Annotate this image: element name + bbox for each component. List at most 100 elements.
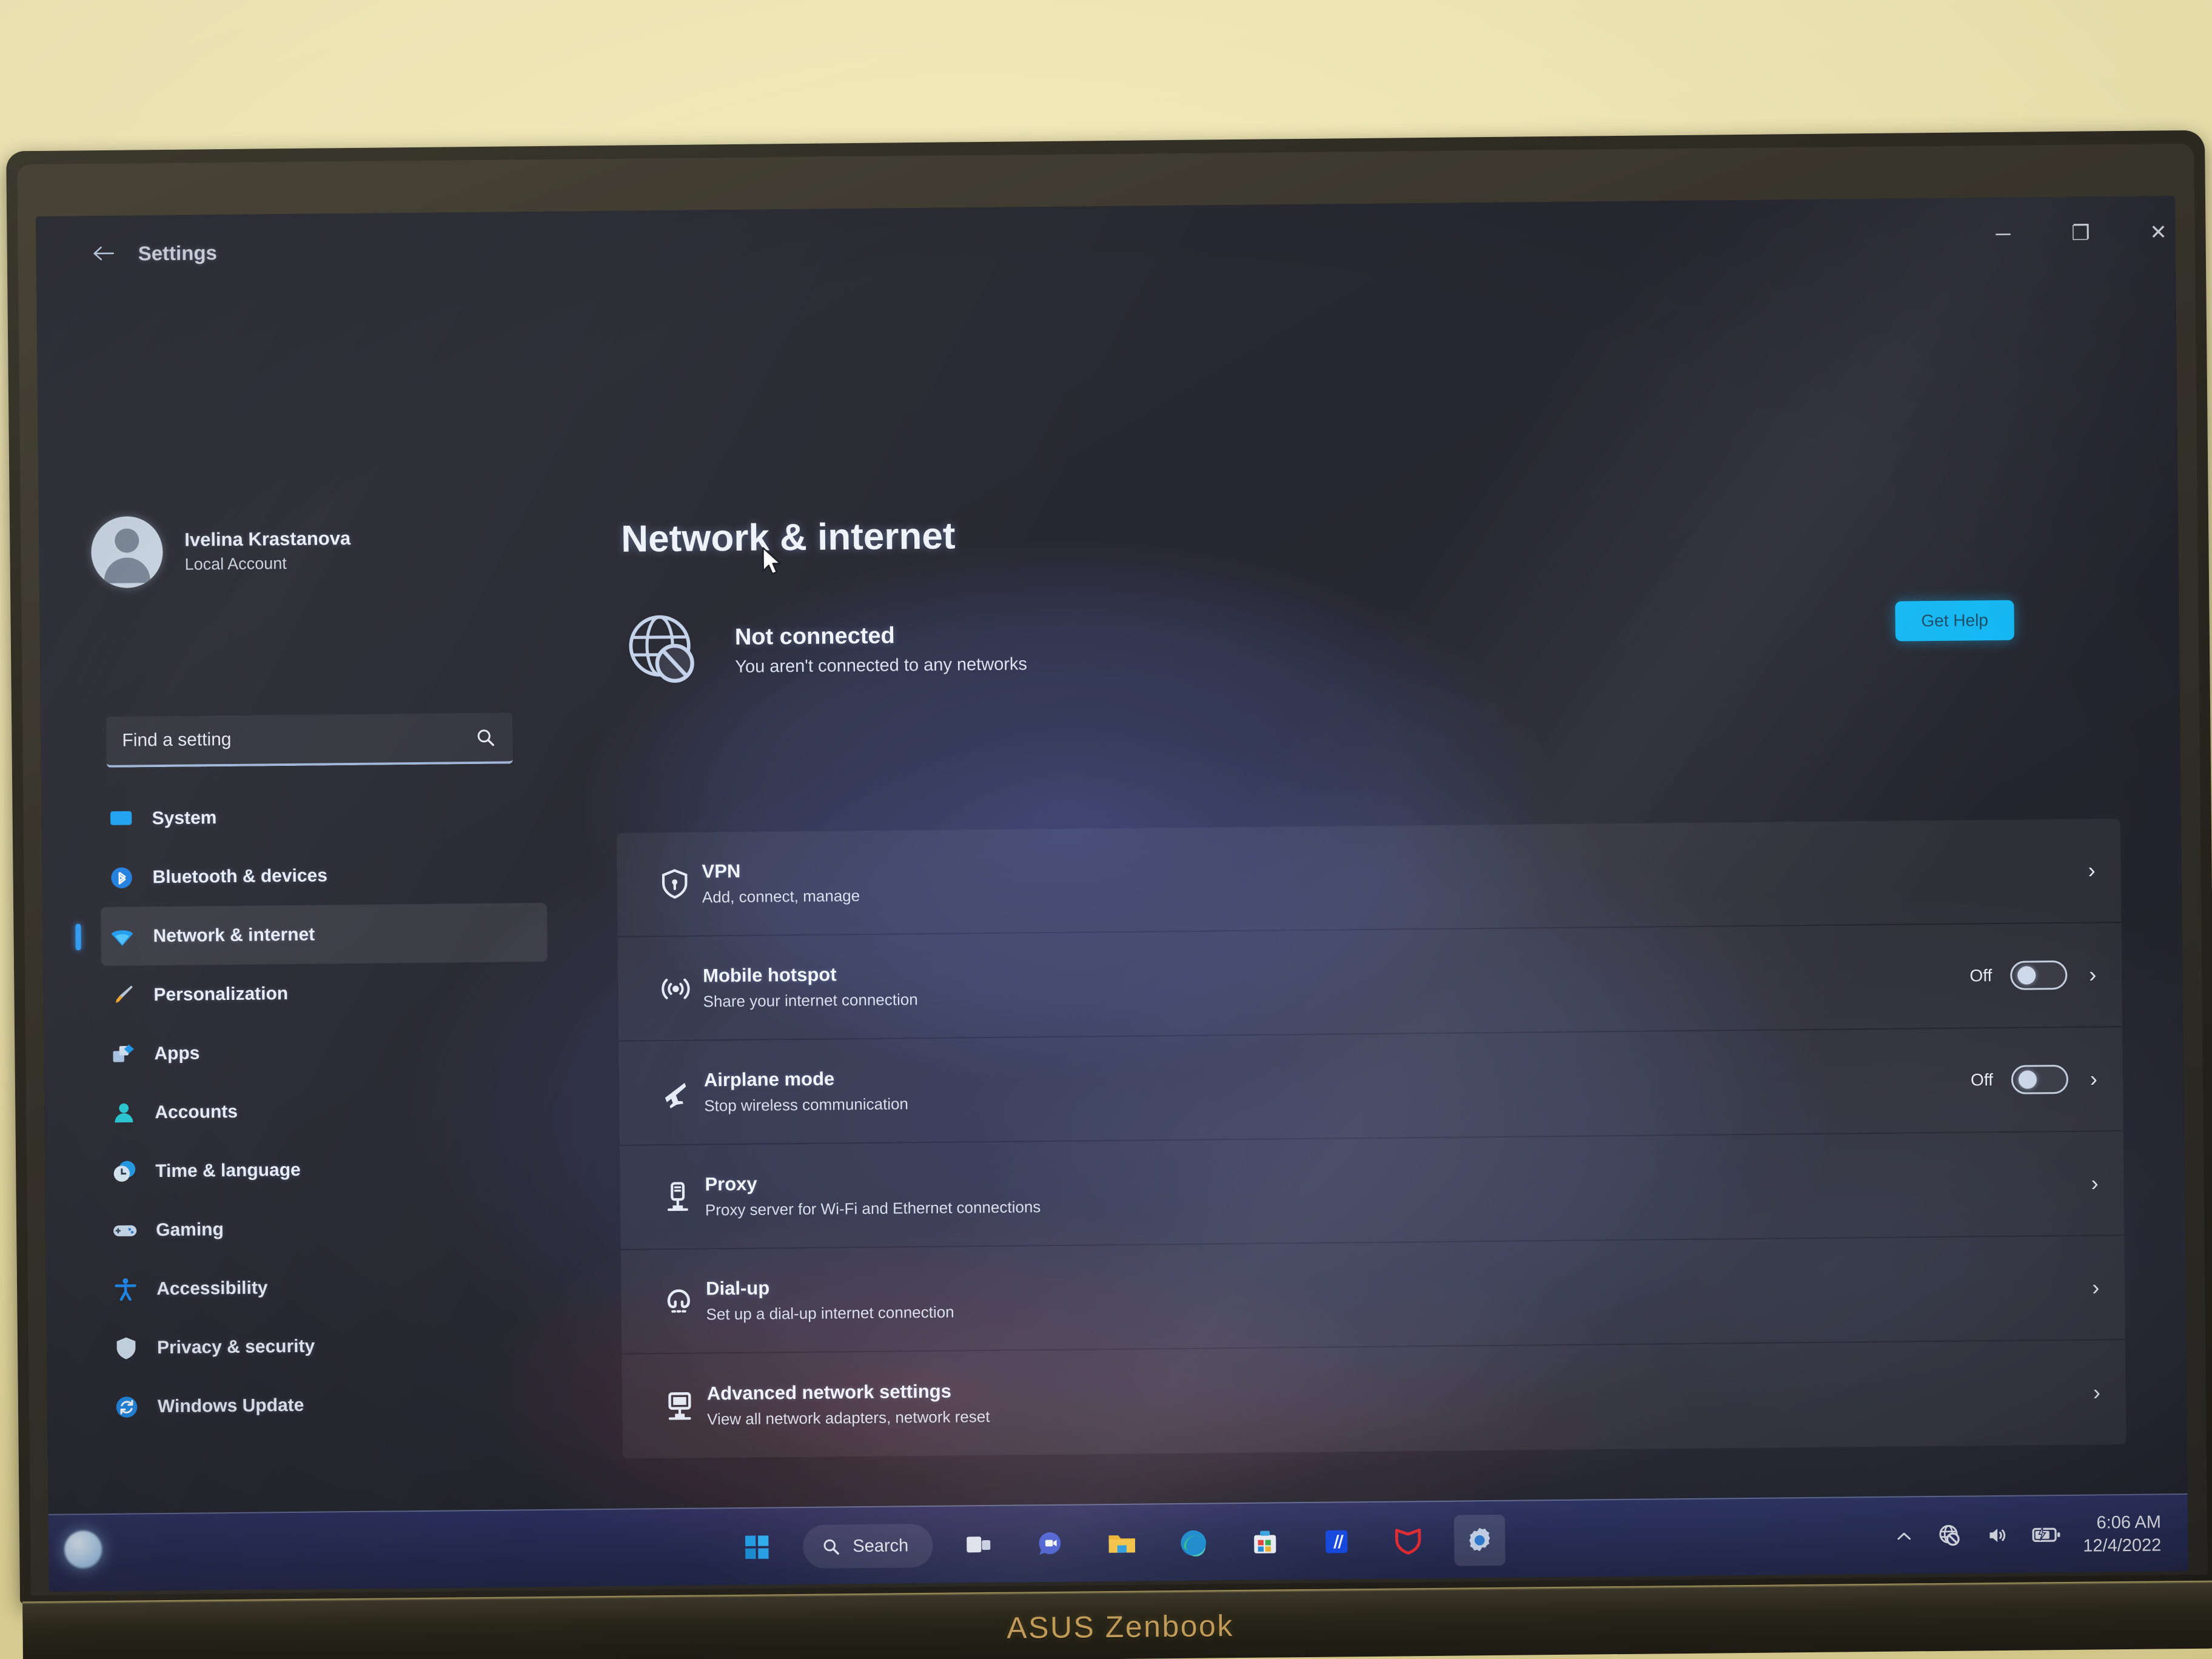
card-trailing: › — [2088, 1275, 2099, 1299]
account-type: Local Account — [184, 554, 287, 574]
sidebar-item-label: Bluetooth & devices — [152, 865, 328, 887]
sidebar-item-label: Accounts — [155, 1101, 238, 1122]
photo-scene: Settings ─ ❐ ✕ Ivelina Krastanova Local … — [0, 0, 2212, 1659]
sidebar-item-personalization[interactable]: Personalization — [101, 962, 548, 1025]
shield-icon — [105, 1335, 147, 1362]
screen-bezel: Settings ─ ❐ ✕ Ivelina Krastanova Local … — [6, 130, 2212, 1604]
network-disconnected-icon — [1939, 1525, 1960, 1546]
sidebar-item-gaming[interactable]: Gaming — [104, 1197, 551, 1260]
hotspot-icon — [648, 971, 703, 1005]
microsoft-store-icon — [1254, 1530, 1276, 1553]
card-trailing: Off › — [1969, 960, 2096, 990]
sidebar-item-label: Accessibility — [156, 1277, 268, 1299]
edge-browser-icon — [1181, 1530, 1206, 1557]
myasus-button[interactable] — [1311, 1516, 1362, 1567]
system-tray: 6:06 AM 12/4/2022 — [1892, 1495, 2168, 1575]
settings-card-vpn[interactable]: VPN Add, connect, manage › — [616, 819, 2122, 937]
update-icon — [106, 1393, 148, 1421]
tray-battery-button[interactable] — [2032, 1524, 2061, 1546]
sidebar-item-label: Privacy & security — [156, 1336, 315, 1358]
apps-icon — [102, 1041, 144, 1068]
toggle-switch[interactable] — [2011, 1064, 2069, 1094]
task-view-button[interactable] — [953, 1520, 1005, 1571]
main-pane: Network & internet Not connected You are… — [558, 272, 2187, 1509]
connection-status: Not connected You aren't connected to an… — [622, 605, 1027, 694]
mcafee-icon — [1395, 1528, 1421, 1555]
toggle-state-label: Off — [1969, 966, 1992, 985]
toggle-knob — [2017, 966, 2036, 985]
tray-chevron-up-button[interactable] — [1892, 1527, 1915, 1545]
account-block[interactable]: Ivelina Krastanova Local Account — [90, 514, 351, 589]
display-icon — [99, 805, 142, 833]
globe-disconnected-icon — [629, 615, 694, 683]
minimize-button[interactable]: ─ — [1974, 214, 2033, 253]
edge-browser-button[interactable] — [1168, 1517, 1219, 1569]
settings-card-dial-up[interactable]: Dial-up Set up a dial-up internet connect… — [620, 1236, 2126, 1355]
sidebar-item-accounts[interactable]: Accounts — [102, 1079, 549, 1142]
settings-window: Settings ─ ❐ ✕ Ivelina Krastanova Local … — [36, 196, 2188, 1514]
search-icon — [823, 1539, 839, 1555]
avatar — [90, 516, 164, 589]
back-arrow-icon — [93, 246, 115, 261]
paintbrush-icon — [101, 982, 144, 1009]
chevron-right-icon: › — [2088, 857, 2096, 883]
status-subtitle: You aren't connected to any networks — [735, 654, 1028, 677]
chevron-right-icon: › — [2093, 1379, 2101, 1405]
sidebar-item-time-language[interactable]: Time & language — [103, 1138, 550, 1201]
settings-card-advanced-network-settings[interactable]: Advanced network settings View all networ… — [622, 1340, 2127, 1459]
toggle-switch[interactable] — [2010, 960, 2068, 990]
tray-volume-button[interactable] — [1985, 1524, 2010, 1547]
sidebar-item-network-internet[interactable]: Network & internet — [75, 902, 548, 967]
tray-network-button[interactable] — [1937, 1523, 1963, 1549]
toggle-knob — [2018, 1070, 2037, 1089]
sidebar-item-label: Gaming — [156, 1219, 224, 1240]
settings-button[interactable] — [1453, 1514, 1506, 1566]
clock-icon — [103, 1158, 146, 1185]
battery-charging-icon — [2032, 1526, 2060, 1543]
sidebar-item-system[interactable]: System — [99, 785, 546, 848]
sidebar: Ivelina Krastanova Local Account Find a … — [36, 288, 569, 1514]
get-help-button[interactable]: Get Help — [1895, 600, 2014, 642]
file-explorer-button[interactable] — [1096, 1518, 1148, 1570]
mcafee-button[interactable] — [1382, 1515, 1434, 1567]
sidebar-item-windows-update[interactable]: Windows Update — [106, 1373, 552, 1436]
maximize-button[interactable]: ❐ — [2051, 213, 2110, 253]
selection-indicator — [75, 923, 81, 950]
back-button[interactable] — [85, 238, 121, 270]
desktop-icon[interactable] — [64, 1530, 102, 1569]
app-title: Settings — [138, 241, 218, 265]
chevron-up-icon — [1897, 1532, 1911, 1540]
wifi-icon — [101, 922, 143, 951]
sidebar-item-label: Apps — [154, 1042, 200, 1064]
sidebar-item-label: System — [152, 807, 217, 828]
microsoft-store-button[interactable] — [1239, 1517, 1291, 1568]
search-icon — [475, 726, 512, 748]
mouse-cursor-icon — [762, 547, 781, 575]
sidebar-item-accessibility[interactable]: Accessibility — [104, 1256, 551, 1319]
settings-gear-icon — [1469, 1527, 1490, 1552]
sidebar-item-privacy-security[interactable]: Privacy & security — [105, 1315, 552, 1378]
settings-card-mobile-hotspot[interactable]: Mobile hotspot Share your internet connec… — [617, 923, 2123, 1042]
taskbar-search-button[interactable]: Search — [802, 1523, 933, 1569]
search-box[interactable] — [106, 712, 513, 768]
sidebar-item-apps[interactable]: Apps — [102, 1021, 549, 1084]
card-trailing: › — [2090, 1379, 2101, 1405]
gamepad-icon — [104, 1217, 146, 1244]
taskbar-search-label: Search — [853, 1535, 909, 1556]
settings-card-proxy[interactable]: Proxy Proxy server for Wi-Fi and Ethernet… — [619, 1131, 2125, 1250]
advanced-network-icon — [652, 1389, 708, 1423]
chat-teams-button[interactable] — [1025, 1519, 1076, 1570]
chevron-right-icon: › — [2089, 962, 2097, 987]
minimize-icon: ─ — [1996, 222, 2011, 246]
start-button[interactable] — [731, 1521, 783, 1573]
dialup-icon — [651, 1284, 706, 1318]
card-trailing: › — [2087, 1170, 2098, 1195]
vpn-shield-icon — [647, 867, 702, 902]
sidebar-item-bluetooth-devices[interactable]: Bluetooth & devices — [100, 844, 547, 907]
search-input[interactable] — [106, 727, 475, 751]
sidebar-item-label: Network & internet — [153, 924, 315, 946]
clock[interactable]: 6:06 AM 12/4/2022 — [2083, 1512, 2162, 1556]
file-explorer-icon — [1108, 1535, 1135, 1553]
laptop-screen: Settings ─ ❐ ✕ Ivelina Krastanova Local … — [36, 196, 2188, 1592]
settings-card-airplane-mode[interactable]: Airplane mode Stop wireless communication… — [618, 1027, 2123, 1146]
